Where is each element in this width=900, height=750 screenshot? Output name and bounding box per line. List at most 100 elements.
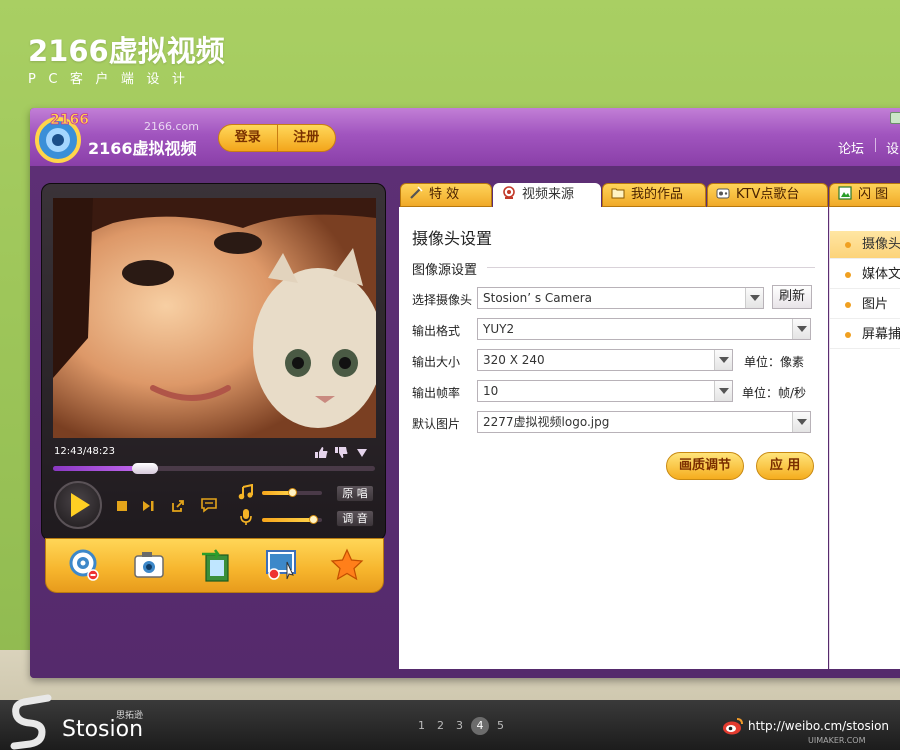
seek-bar[interactable] [53,463,375,474]
playback-time: 12:43/48:23 [54,446,116,457]
app-name: 2166虚拟视频 [88,139,197,158]
side-item-media-file[interactable]: 媒体文 [830,261,900,289]
mic-volume-slider[interactable] [262,515,322,524]
menu-dropdown-icon[interactable] [356,448,368,458]
chevron-down-icon[interactable] [714,381,732,401]
chevron-down-icon[interactable] [792,412,810,432]
webcam-icon [503,186,515,199]
bullet-icon [845,272,851,278]
side-item-screen-capture-label: 屏幕捕 [862,327,900,342]
side-item-screen-capture[interactable]: 屏幕捕 [830,321,900,349]
tab-flash-image[interactable]: 闪 图 [829,183,900,207]
app-logo-icon: 2166 [35,112,88,163]
side-item-image-label: 图片 [862,297,889,312]
frame-rate-select[interactable]: 10 [477,380,733,402]
page-subtitle: PC客户端设计 [28,72,198,87]
output-size-select[interactable]: 320 X 240 [477,349,733,371]
source-side-menu: 摄像头 媒体文 图片 屏幕捕 [829,207,900,669]
next-icon[interactable] [141,499,155,513]
favorite-star-icon[interactable] [329,547,365,583]
quality-adjust-button[interactable]: 画质调节 [666,452,744,480]
output-format-value: YUY2 [483,322,515,336]
watermark-text: UIMAKER.COM [808,736,866,745]
chevron-down-icon[interactable] [792,319,810,339]
forum-link[interactable]: 论坛 [838,138,864,157]
share-icon[interactable] [171,499,185,513]
bullet-icon [845,332,851,338]
ktv-icon [716,188,730,199]
camera-select-value: Stosion’ s Camera [483,291,592,305]
tune-button[interactable]: 调 音 [336,510,374,527]
chevron-down-icon[interactable] [745,288,763,308]
site-url: 2166.com [144,120,199,133]
music-volume-knob[interactable] [288,488,297,497]
video-frame-image [53,198,376,438]
tab-my-works[interactable]: 我的作品 [602,183,706,207]
output-size-unit: 单位：像素 [744,355,805,369]
play-icon [71,493,90,517]
frame-rate-value: 10 [483,384,499,398]
bullet-icon [845,302,851,308]
tab-my-works-label: 我的作品 [631,187,684,202]
frame-rate-label: 输出帧率 [412,386,461,400]
stop-icon[interactable] [115,499,129,513]
page-1[interactable]: 1 [414,717,429,735]
thumbs-down-icon[interactable] [334,446,348,459]
frame-rate-unit: 单位：帧/秒 [742,386,807,400]
apply-button[interactable]: 应 用 [756,452,814,480]
magic-wand-icon [410,186,423,199]
comment-icon[interactable] [201,497,217,513]
brand-english: Stosion [62,717,144,742]
video-player: 12:43/48:23 原 唱 调 音 [41,183,386,541]
video-export-icon[interactable] [198,547,234,583]
tab-flash-image-label: 闪 图 [858,187,889,202]
webcam-effect-icon[interactable] [66,547,102,583]
side-item-camera[interactable]: 摄像头 [830,231,900,259]
login-button[interactable]: 登录 [219,125,277,151]
mic-volume-fill [262,518,313,522]
settings-panel: 摄像头设置 图像源设置 选择摄像头 Stosion’ s Camera 刷新 输… [399,207,828,669]
stosion-logo-icon [10,694,52,750]
chevron-down-icon[interactable] [714,350,732,370]
default-image-select[interactable]: 2277虚拟视频logo.jpg [477,411,811,433]
camera-snapshot-icon[interactable] [131,547,167,583]
default-image-value: 2277虚拟视频logo.jpg [483,415,610,429]
register-button[interactable]: 注册 [278,125,336,151]
weibo-icon[interactable] [722,716,744,736]
page-4-current[interactable]: 4 [471,717,489,735]
music-volume-slider[interactable] [262,488,322,497]
tab-video-source-label: 视频来源 [522,187,575,202]
group-divider [487,267,815,268]
play-button[interactable] [54,481,102,529]
original-vocal-button[interactable]: 原 唱 [336,485,374,502]
screen-capture-icon[interactable] [263,547,299,583]
settings-link[interactable]: 设 [886,138,899,157]
output-format-select[interactable]: YUY2 [477,318,811,340]
weibo-link[interactable]: http://weibo.cm/stosion [748,719,889,733]
tab-video-source[interactable]: 视频来源 [493,183,601,209]
video-preview[interactable] [53,198,376,438]
microphone-icon [240,509,252,525]
auth-buttons: 登录 注册 [218,124,336,152]
default-image-label: 默认图片 [412,417,461,431]
page-5[interactable]: 5 [493,717,508,735]
camera-select[interactable]: Stosion’ s Camera [477,287,764,309]
tab-ktv[interactable]: KTV点歌台 [707,183,828,207]
refresh-button[interactable]: 刷新 [772,285,812,309]
tab-ktv-label: KTV点歌台 [736,187,800,202]
seek-bar-thumb[interactable] [132,463,159,474]
tool-tray [45,538,384,593]
window-control-icon[interactable] [890,112,900,124]
group-title: 图像源设置 [412,263,478,278]
flash-image-icon [838,186,852,200]
thumbs-up-icon[interactable] [314,446,328,459]
tab-effects[interactable]: 特 效 [400,183,492,207]
pagination: 1 2 3 4 5 [414,717,508,735]
page-2[interactable]: 2 [433,717,448,735]
side-item-image[interactable]: 图片 [830,291,900,319]
mic-volume-knob[interactable] [309,515,318,524]
output-size-label: 输出大小 [412,355,461,369]
svg-text:2166: 2166 [50,112,88,128]
page-3[interactable]: 3 [452,717,467,735]
bullet-icon [845,242,851,248]
